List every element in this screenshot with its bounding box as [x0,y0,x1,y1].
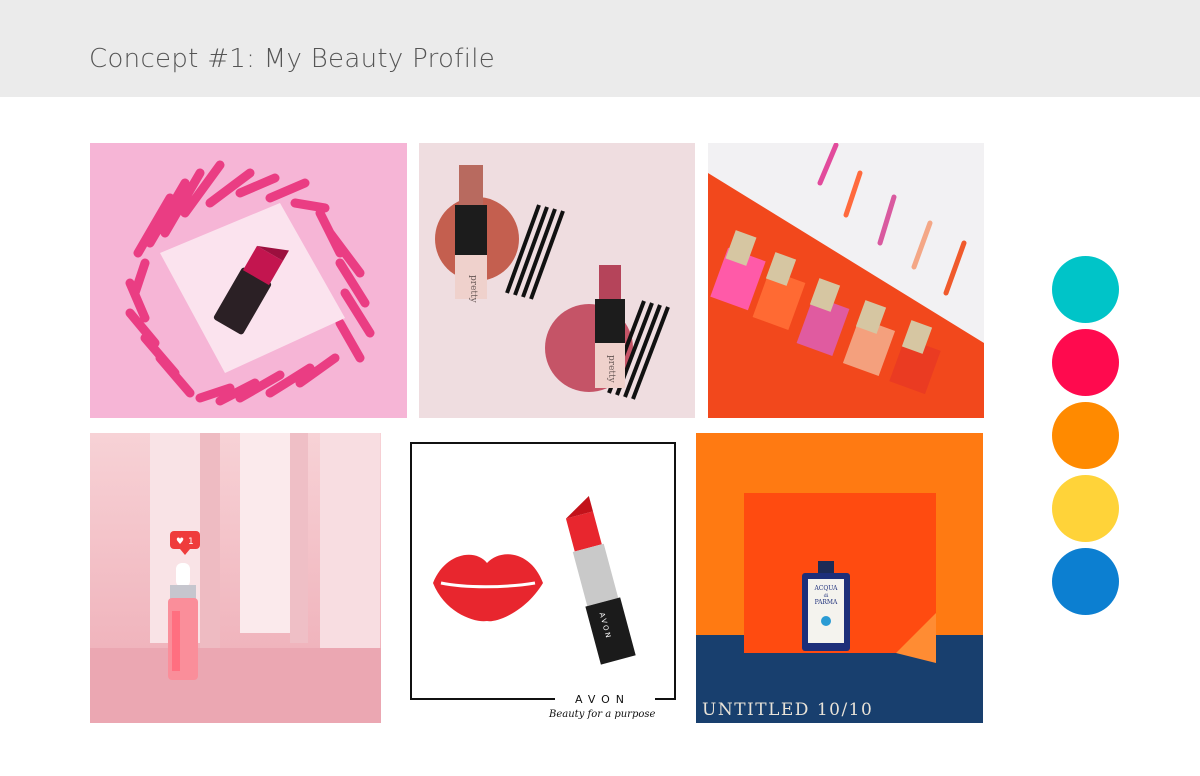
perfume-emblem-icon [821,616,831,626]
avon-tagline: Beauty for a purpose [548,709,656,720]
pretty-brand-2: pretty [606,355,616,384]
moodboard-tile-avon: AVON AVON Beauty for a purpose [405,433,681,723]
moodboard-tile-color-lipsticks [708,143,984,418]
moodboard-tile-pretty-lipsticks: pretty pretty [419,143,695,418]
swatch-teal [1052,256,1119,323]
page-title: Concept #1: My Beauty Profile [89,44,496,74]
avon-image: AVON AVON Beauty for a purpose [405,433,681,723]
swatch-blue [1052,548,1119,615]
avon-brand: AVON [575,693,630,706]
color-palette [1052,256,1120,621]
moodboard-tile-serum: ♥ 1 [90,433,381,723]
color-lipsticks-image [708,143,984,418]
swatch-yellow [1052,475,1119,542]
swatch-orange [1052,402,1119,469]
header-bar: Concept #1: My Beauty Profile [0,0,1200,97]
perfume-label-3: PARMA [815,599,838,606]
pretty-brand-1: pretty [468,275,478,304]
acqua-di-parma-image: ACQUA di PARMA UNTITLED 10/10 [696,433,983,723]
serum-image: ♥ 1 [90,433,381,723]
perfume-label-1: ACQUA [813,585,838,592]
pretty-lipsticks-image: pretty pretty [419,143,695,418]
moodboard-tile-acqua-di-parma: ACQUA di PARMA UNTITLED 10/10 [696,433,983,723]
swatch-crimson [1052,329,1119,396]
lipstick-scribble-image [90,143,407,418]
like-count: 1 [188,537,194,547]
heart-icon: ♥ [176,537,184,547]
untitled-caption: UNTITLED 10/10 [702,700,873,720]
moodboard-tile-lipstick-scribble [90,143,407,418]
